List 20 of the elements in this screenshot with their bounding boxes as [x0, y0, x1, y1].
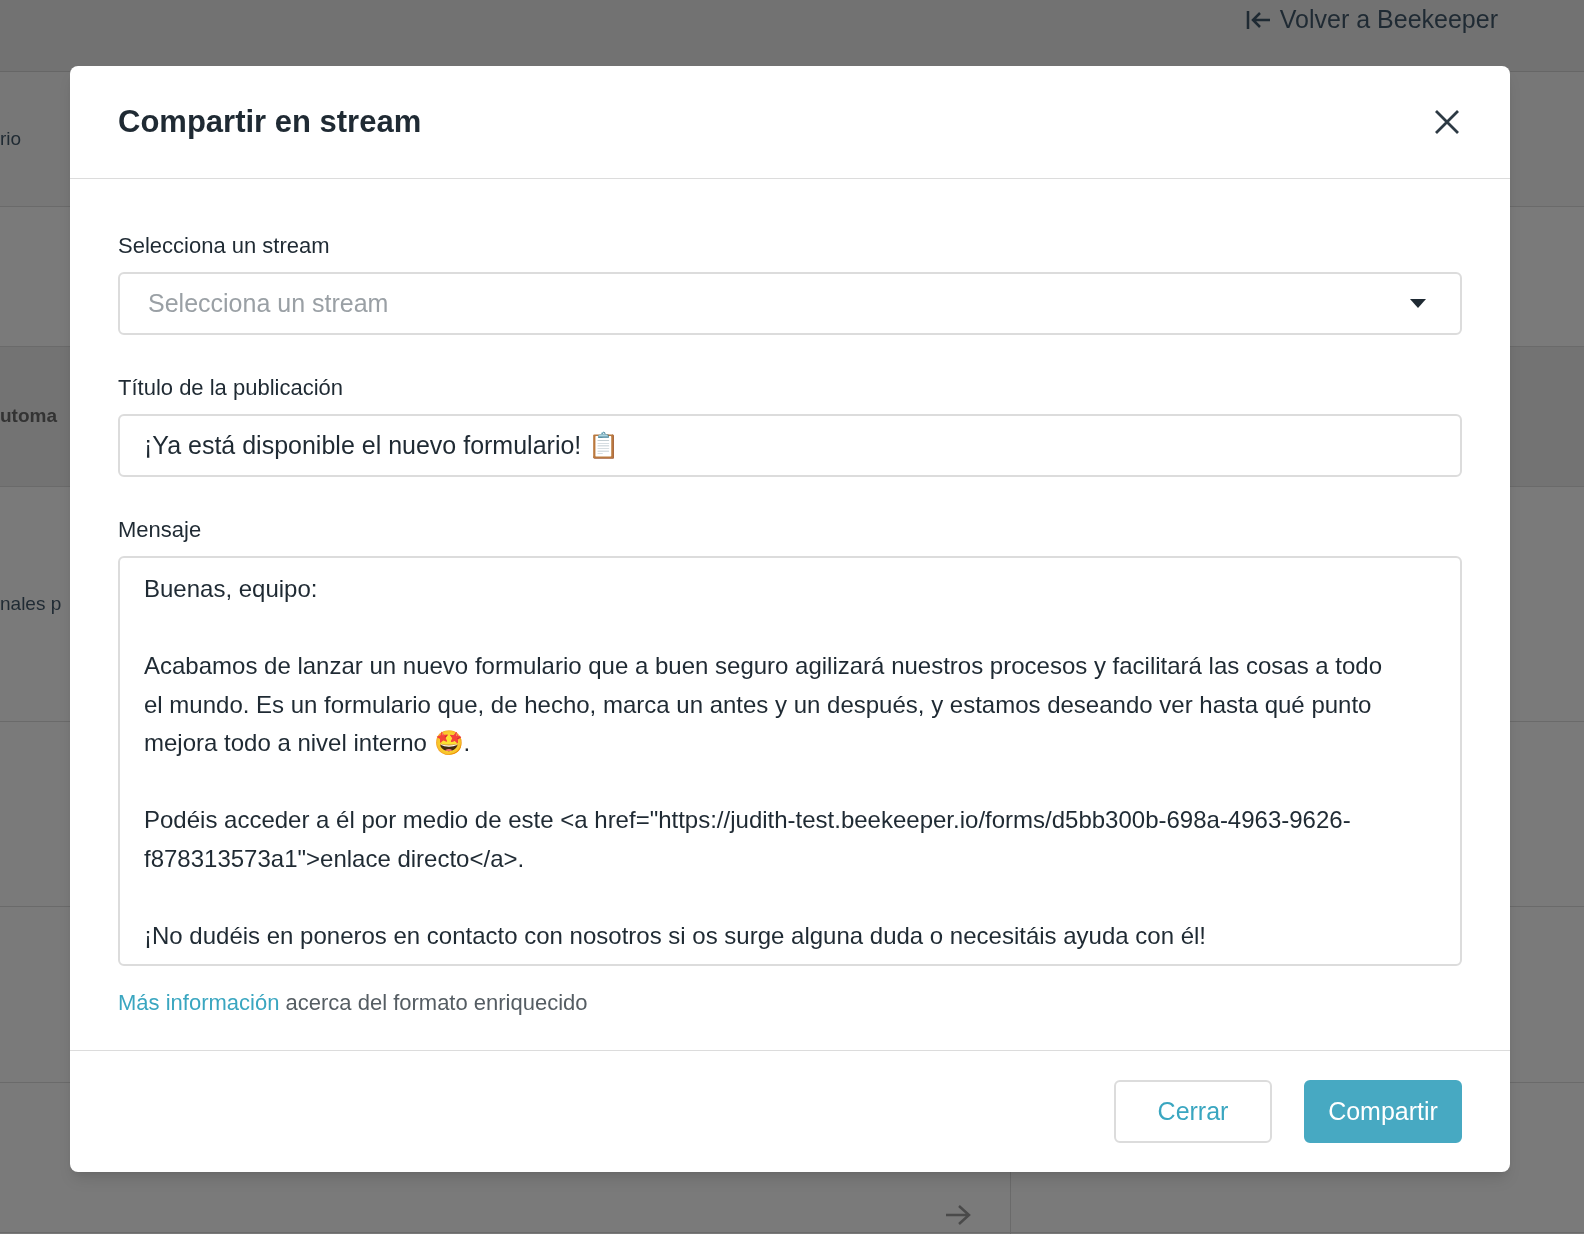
close-dialog-button[interactable]: Cerrar	[1114, 1080, 1272, 1143]
help-text: Más información acerca del formato enriquecido	[118, 989, 589, 1017]
field-label: Título de la publicación	[118, 374, 345, 402]
page-text: rio	[0, 126, 22, 151]
close-icon	[1434, 109, 1460, 135]
page-text: utoma	[0, 404, 57, 429]
stream-select[interactable]: Selecciona un stream	[118, 272, 1462, 335]
share-button[interactable]: Compartir	[1304, 1080, 1462, 1143]
field-label: Selecciona un stream	[118, 232, 331, 260]
dialog-title: Compartir en stream	[118, 102, 422, 141]
right-arrow-icon	[944, 1203, 972, 1227]
page-text: nales p	[0, 591, 62, 616]
message-textarea[interactable]: Buenas, equipo: Acabamos de lanzar un nuevo formulario que a buen seguro agilizará nuestros procesos y facilitará las cosas a todo el mundo. Es un formulario que, de hecho, marca un antes y un después, y estamos deseando ver hasta qué punto mejora todo a nivel interno 🤩. Podéis acceder a él por medio de este <a href="https://judith-test.beekeeper.io/forms/d5bb300b-698a-4963-9626-f878313573a1">enlace directo</a>. ¡No dudéis en poneros en contacto con nosotros si os surge alguna duda o necesitáis ayuda con él!	[118, 556, 1462, 966]
more-info-link[interactable]: Más información	[118, 990, 280, 1015]
field-label: Mensaje	[118, 516, 203, 544]
title-input[interactable]: ¡Ya está disponible el nuevo formulario! 📋	[118, 414, 1462, 477]
select-placeholder: Selecciona un stream	[148, 287, 389, 319]
back-link[interactable]: Volver a Beekeeper	[1245, 0, 1498, 39]
back-arrow-icon	[1245, 8, 1272, 31]
dropdown-caret-icon	[1410, 299, 1426, 308]
